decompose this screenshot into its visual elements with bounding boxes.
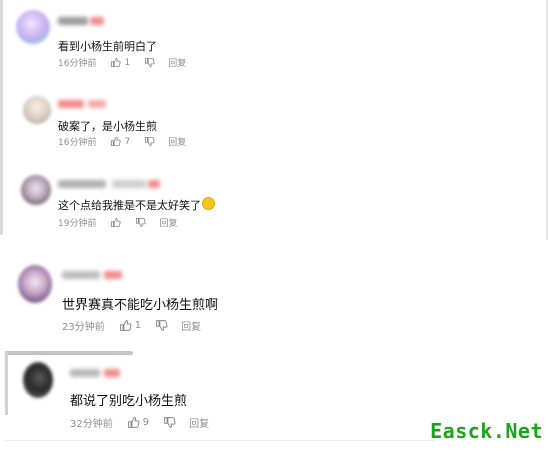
thread-left-rule [0, 0, 3, 235]
thumbs-up-icon[interactable] [110, 57, 122, 68]
avatar[interactable] [23, 96, 51, 124]
like-count: 9 [142, 417, 150, 428]
reply-button[interactable]: 回复 [168, 56, 186, 69]
comment-text: 看到小杨生前明白了 [58, 40, 157, 53]
comment-text: 世界赛真不能吃小杨生煎啊 [62, 298, 219, 313]
thumbs-down-icon[interactable] [135, 217, 147, 228]
section-right-rule [546, 0, 548, 240]
thumbs-up-icon[interactable] [127, 416, 140, 429]
comment-time: 32分钟前 [70, 419, 113, 430]
username[interactable] [62, 271, 100, 279]
user-badge [88, 100, 106, 108]
comment-text: 这个点给我推是不是太好笑了 [58, 197, 215, 213]
comment-divider [5, 351, 133, 355]
comment-meta: 23分钟前 1 回复 [62, 318, 201, 333]
thumbs-down-icon[interactable] [155, 319, 168, 332]
comment-meta: 32分钟前 9 回复 [70, 415, 209, 430]
user-badge [104, 271, 122, 279]
avatar[interactable] [18, 265, 52, 303]
avatar[interactable] [21, 175, 51, 205]
thumbs-down-icon[interactable] [144, 136, 155, 147]
reply-button[interactable]: 回复 [159, 216, 177, 229]
laughing-emoji-icon [202, 197, 215, 210]
thumbs-up-icon[interactable] [110, 217, 122, 228]
reply-button[interactable]: 回复 [181, 318, 201, 333]
username[interactable] [58, 180, 106, 188]
thumbs-up-icon[interactable] [110, 136, 122, 147]
like-count: 1 [124, 57, 131, 68]
site-watermark: Easck.Net [430, 419, 543, 443]
user-badge [104, 369, 120, 377]
username[interactable] [58, 17, 88, 25]
thumbs-up-icon[interactable] [119, 319, 132, 332]
comment-time: 19分钟前 [58, 219, 97, 229]
comment-meta: 19分钟前 回复 [58, 216, 177, 229]
comment-time: 23分钟前 [62, 322, 105, 333]
comment-text-body: 这个点给我推是不是太好笑了 [58, 199, 201, 212]
avatar[interactable] [23, 362, 53, 398]
user-badge [90, 17, 104, 25]
thumbs-down-icon[interactable] [144, 57, 155, 68]
comment-text: 破案了，是小杨生煎 [58, 120, 157, 133]
reply-button[interactable]: 回复 [168, 135, 186, 148]
comment-time: 16分钟前 [58, 59, 97, 69]
username[interactable] [58, 100, 84, 108]
reply-button[interactable]: 回复 [189, 415, 209, 430]
comment-text: 都说了别吃小杨生煎 [70, 394, 188, 409]
avatar[interactable] [16, 10, 50, 44]
reply-left-rule [5, 351, 8, 415]
user-tag [112, 180, 146, 188]
thumbs-down-icon[interactable] [163, 416, 176, 429]
comment-meta: 16分钟前 7 回复 [58, 135, 186, 149]
username[interactable] [70, 369, 100, 377]
like-count: 7 [124, 136, 131, 147]
comment-meta: 16分钟前 1 回复 [58, 56, 186, 70]
user-badge [148, 180, 160, 188]
reply-bottom-rule [5, 440, 435, 441]
like-count: 1 [134, 320, 142, 331]
comment-time: 16分钟前 [58, 138, 97, 148]
